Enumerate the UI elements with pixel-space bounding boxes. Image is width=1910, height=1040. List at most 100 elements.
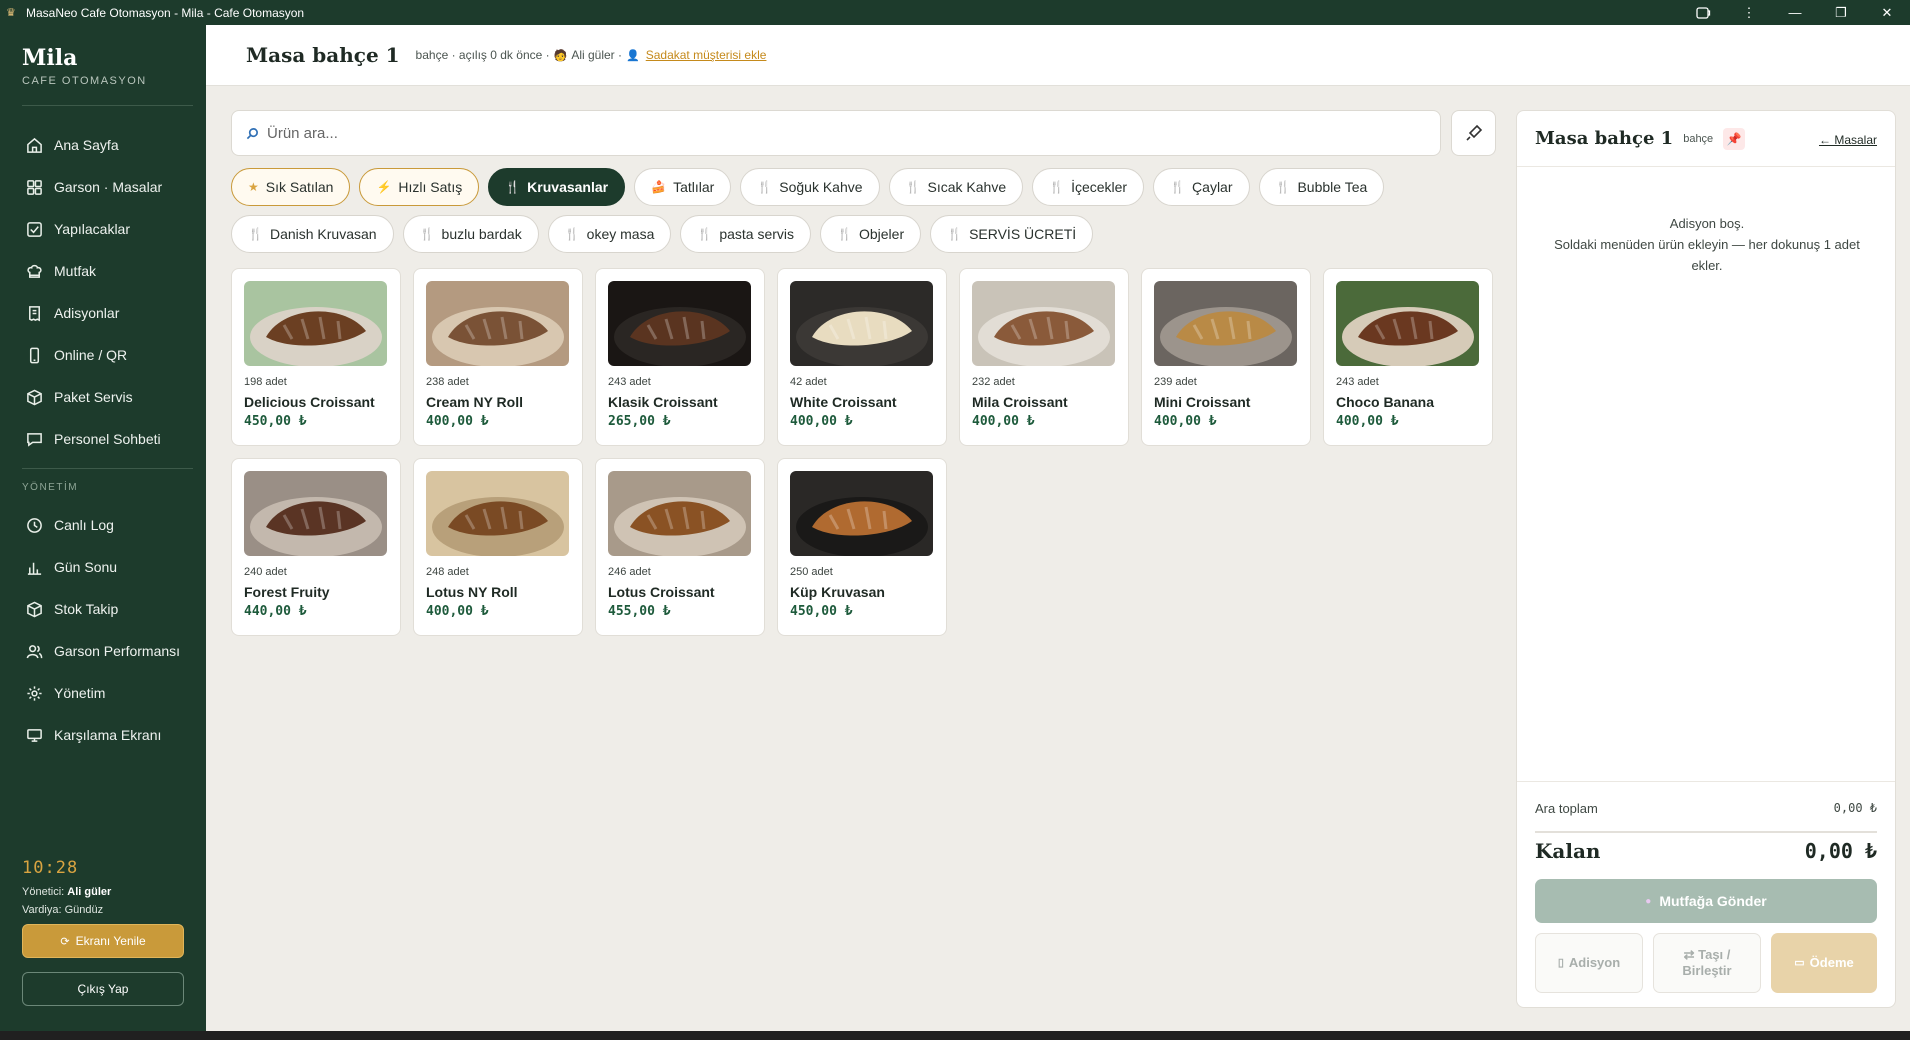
sidebar-item-personel-sohbeti[interactable]: Personel Sohbeti [14, 418, 194, 460]
sidebar-item-garson-masalar[interactable]: Garson · Masalar [14, 166, 194, 208]
category-icon: ★ [248, 180, 259, 194]
divider [22, 105, 193, 106]
sidebar-item-y-netim[interactable]: Yönetim [14, 672, 194, 714]
product-image [244, 471, 387, 556]
back-to-tables-link[interactable]: ← Masalar [1819, 133, 1877, 147]
move-merge-button[interactable]: ⇄ Taşı / Birleştir [1653, 933, 1761, 993]
category-label: Objeler [858, 226, 905, 242]
product-card[interactable]: 243 adet Klasik Croissant 265,00 ₺ [595, 268, 765, 446]
refresh-button[interactable]: ⟳ Ekranı Yenile [22, 924, 184, 958]
product-image [790, 471, 933, 556]
subtotal-value: 0,00 ₺ [1833, 801, 1877, 815]
loyalty-link[interactable]: Sadakat müşterisi ekle [646, 48, 767, 62]
category-chip-kruvasanlar[interactable]: 🍴 Kruvasanlar [488, 168, 626, 206]
sidebar-item-online-qr[interactable]: Online / QR [14, 334, 194, 376]
receipt-button[interactable]: ▯ Adisyon [1535, 933, 1643, 993]
product-card[interactable]: 243 adet Choco Banana 400,00 ₺ [1323, 268, 1493, 446]
category-label: Çaylar [1192, 179, 1233, 195]
category-chip-objeler[interactable]: 🍴 Objeler [820, 215, 922, 253]
product-stock: 243 adet [1336, 376, 1379, 388]
category-chip-bubble-tea[interactable]: 🍴 Bubble Tea [1258, 168, 1385, 206]
product-card[interactable]: 248 adet Lotus NY Roll 400,00 ₺ [413, 458, 583, 636]
product-card[interactable]: 246 adet Lotus Croissant 455,00 ₺ [595, 458, 765, 636]
product-card[interactable]: 198 adet Delicious Croissant 450,00 ₺ [231, 268, 401, 446]
order-zone: bahçe [1683, 132, 1714, 145]
product-name: Klasik Croissant [608, 394, 718, 410]
product-image [1154, 281, 1297, 366]
sidebar-item-canl-log[interactable]: Canlı Log [14, 504, 194, 546]
category-icon: 🍴 [905, 180, 921, 194]
brand: Mila CAFE OTOMASYON [22, 45, 147, 87]
product-card[interactable]: 232 adet Mila Croissant 400,00 ₺ [959, 268, 1129, 446]
product-price: 265,00 ₺ [608, 414, 671, 429]
window-titlebar: ♛ MasaNeo Cafe Otomasyon - Mila - Cafe O… [0, 0, 1910, 25]
product-name: Mini Croissant [1154, 394, 1251, 410]
chat-icon [24, 429, 44, 449]
category-label: okey masa [586, 226, 655, 242]
refresh-label: Ekranı Yenile [75, 934, 146, 948]
category-chip-danish-kruvasan[interactable]: 🍴 Danish Kruvasan [231, 215, 394, 253]
category-chip-pasta-servis[interactable]: 🍴 pasta servis [680, 215, 812, 253]
sidebar-item-stok-takip[interactable]: Stok Takip [14, 588, 194, 630]
sidebar-item-adisyonlar[interactable]: Adisyonlar [14, 292, 194, 334]
taskbar [0, 1031, 1910, 1040]
sidebar-item-label: Garson · Masalar [54, 179, 163, 195]
category-chip-so-uk-kahve[interactable]: 🍴 Soğuk Kahve [740, 168, 880, 206]
close-button[interactable]: ✕ [1864, 0, 1910, 25]
checkbox-icon [24, 219, 44, 239]
product-image [608, 471, 751, 556]
category-chip-okey-masa[interactable]: 🍴 okey masa [547, 215, 672, 253]
payment-button[interactable]: ▭ Ödeme [1771, 933, 1877, 993]
product-image [244, 281, 387, 366]
product-card[interactable]: 240 adet Forest Fruity 440,00 ₺ [231, 458, 401, 636]
category-chip-s-k-sat-lan[interactable]: ★ Sık Satılan [231, 168, 351, 206]
product-card[interactable]: 42 adet White Croissant 400,00 ₺ [777, 268, 947, 446]
product-name: Forest Fruity [244, 584, 330, 600]
sidebar-item-label: Online / QR [54, 347, 128, 363]
sidebar-item-label: Stok Takip [54, 601, 119, 617]
category-label: Bubble Tea [1297, 179, 1368, 195]
sidebar-item-g-n-sonu[interactable]: Gün Sonu [14, 546, 194, 588]
category-chip-aylar[interactable]: 🍴 Çaylar [1153, 168, 1250, 206]
search-input[interactable] [267, 124, 1367, 142]
pin-icon[interactable]: 📌 [1723, 127, 1746, 150]
restore-button[interactable]: ❐ [1818, 0, 1864, 25]
category-chip-buzlu-bardak[interactable]: 🍴 buzlu bardak [402, 215, 539, 253]
chef-hat-icon [24, 261, 44, 281]
category-chip-tatl-lar[interactable]: 🍰 Tatlılar [634, 168, 732, 206]
sidebar-item-label: Personel Sohbeti [54, 431, 161, 447]
product-name: Mila Croissant [972, 394, 1068, 410]
product-stock: 243 adet [608, 376, 651, 388]
sidebar-item-kar-lama-ekran[interactable]: Karşılama Ekranı [14, 714, 194, 756]
mic-button[interactable] [1451, 110, 1496, 156]
sidebar-item-garson-performans[interactable]: Garson Performansı [14, 630, 194, 672]
product-stock: 250 adet [790, 566, 833, 578]
category-chip-i-ecekler[interactable]: 🍴 İçecekler [1032, 168, 1145, 206]
category-chip-h-zl-sat[interactable]: ⚡ Hızlı Satış [359, 168, 480, 206]
send-to-kitchen-button[interactable]: ● Mutfağa Gönder [1535, 879, 1877, 923]
sidebar-item-mutfak[interactable]: Mutfak [14, 250, 194, 292]
logout-button[interactable]: Çıkış Yap [22, 972, 184, 1006]
category-label: Soğuk Kahve [779, 179, 863, 195]
product-card[interactable]: 238 adet Cream NY Roll 400,00 ₺ [413, 268, 583, 446]
sidebar-item-yap-lacaklar[interactable]: Yapılacaklar [14, 208, 194, 250]
remaining-value: 0,00 ₺ [1804, 839, 1877, 863]
minimize-button[interactable]: — [1772, 0, 1818, 25]
category-label: Sık Satılan [265, 179, 334, 195]
page-title: Masa bahçe 1 [246, 43, 400, 67]
product-card[interactable]: 239 adet Mini Croissant 400,00 ₺ [1141, 268, 1311, 446]
sidebar-item-ana-sayfa[interactable]: Ana Sayfa [14, 124, 194, 166]
sidebar-item-paket-servis[interactable]: Paket Servis [14, 376, 194, 418]
extension-icon[interactable] [1680, 0, 1726, 25]
brand-name: Mila [22, 45, 78, 71]
shift-label: Vardiya: Gündüz [22, 904, 104, 916]
package-icon [24, 387, 44, 407]
product-image [972, 281, 1115, 366]
category-chip-s-cak-kahve[interactable]: 🍴 Sıcak Kahve [888, 168, 1024, 206]
product-name: Choco Banana [1336, 394, 1435, 410]
more-icon[interactable]: ⋮ [1726, 0, 1772, 25]
product-card[interactable]: 250 adet Küp Kruvasan 450,00 ₺ [777, 458, 947, 636]
category-icon: 🍴 [947, 227, 963, 241]
category-chip-servi-s-creti[interactable]: 🍴 SERVİS ÜCRETİ [930, 215, 1094, 253]
product-price: 455,00 ₺ [608, 604, 671, 619]
